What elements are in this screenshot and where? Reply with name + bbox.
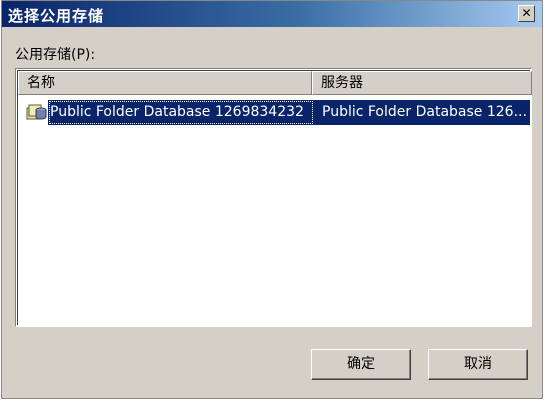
close-icon: ✕ [521, 6, 532, 20]
column-header-name[interactable]: 名称 [18, 71, 312, 95]
ok-button[interactable]: 确定 [311, 349, 411, 380]
cancel-button[interactable]: 取消 [428, 349, 528, 380]
public-store-label: 公用存储(P): [15, 47, 96, 63]
title-bar: 选择公用存储 ✕ [2, 1, 542, 27]
public-folder-database-icon [26, 104, 47, 120]
public-store-list[interactable]: 名称 服务器 Public Folder Database 1269834232… [15, 68, 532, 327]
row-server-cell: Public Folder Database 126... [314, 100, 530, 125]
dialog-title: 选择公用存储 [8, 7, 105, 25]
select-public-store-dialog: 选择公用存储 ✕ 公用存储(P): 名称 服务器 Public Folder D… [1, 0, 543, 399]
list-item[interactable]: Public Folder Database 1269834232 Public… [24, 100, 530, 125]
row-name-cell: Public Folder Database 1269834232 [48, 100, 314, 125]
column-header-server[interactable]: 服务器 [312, 71, 532, 95]
list-header: 名称 服务器 [18, 71, 532, 95]
close-button[interactable]: ✕ [518, 5, 535, 22]
